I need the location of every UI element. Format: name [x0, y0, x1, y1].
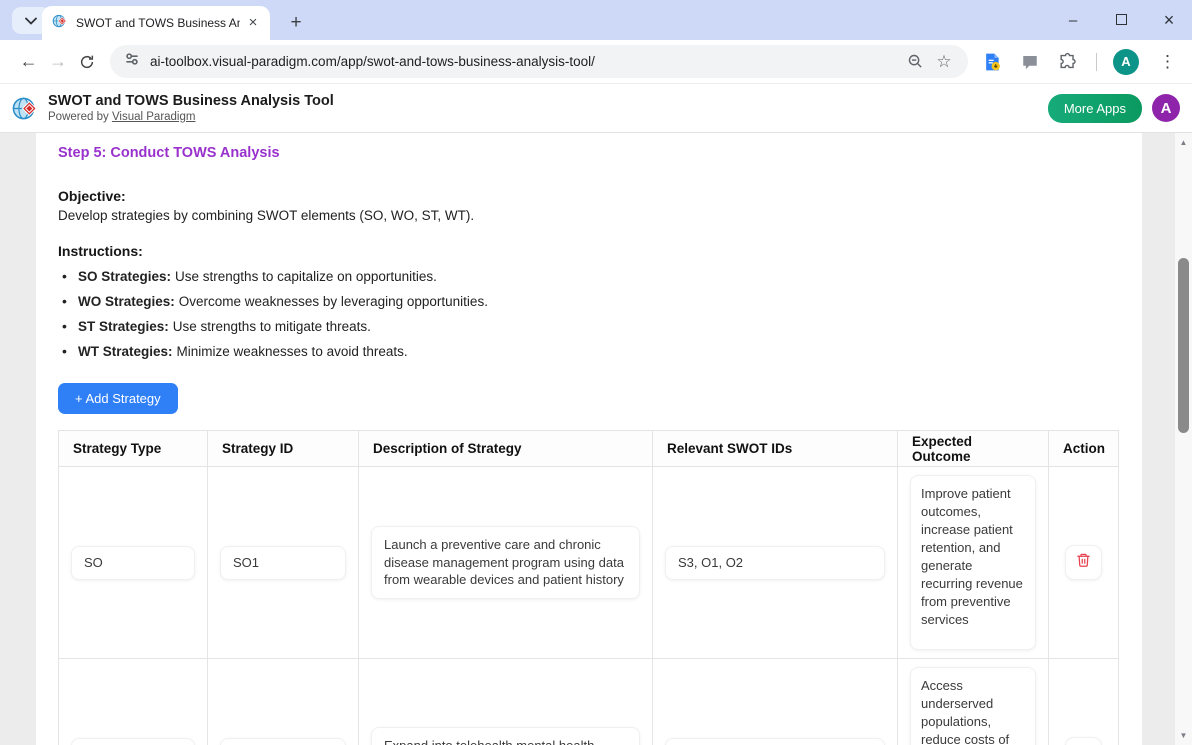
scrollbar-thumb[interactable] — [1178, 258, 1189, 433]
bookmark-star-icon[interactable]: ☆ — [930, 48, 958, 76]
browser-menu-icon[interactable]: ⋮ — [1153, 52, 1182, 72]
browser-toolbar: ← → ai-toolbox.visual-paradigm.com/app/s… — [0, 40, 1192, 84]
instruction-item: WO Strategies:Overcome weaknesses by lev… — [58, 293, 1118, 310]
description-input[interactable]: Expand into telehealth mental health ser… — [371, 727, 640, 745]
expected-outcome-input[interactable]: Improve patient outcomes, increase patie… — [910, 475, 1036, 650]
strategy-table: Strategy Type Strategy ID Description of… — [58, 430, 1119, 745]
strategy-type-input[interactable]: SO — [71, 738, 195, 745]
app-user-avatar[interactable]: A — [1152, 94, 1180, 122]
more-apps-button[interactable]: More Apps — [1048, 94, 1142, 123]
app-header: SWOT and TOWS Business Analysis Tool Pow… — [0, 84, 1192, 133]
maximize-button[interactable] — [1112, 12, 1130, 29]
table-row: SO SO2 Expand into telehealth mental hea… — [59, 659, 1119, 745]
minimize-button[interactable]: – — [1064, 12, 1082, 29]
step-title: Step 5: Conduct TOWS Analysis — [58, 145, 1118, 161]
new-tab-button[interactable]: + — [283, 10, 309, 36]
visual-paradigm-logo — [12, 95, 39, 122]
forward-button: → — [43, 46, 72, 78]
col-swot-ids: Relevant SWOT IDs — [653, 431, 898, 467]
strategy-id-input[interactable]: SO2 — [220, 738, 346, 745]
table-row: SO SO1 Launch a preventive care and chro… — [59, 467, 1119, 659]
toolbar-divider — [1096, 53, 1097, 71]
visual-paradigm-link[interactable]: Visual Paradigm — [112, 111, 196, 123]
instructions-label: Instructions: — [58, 243, 1118, 259]
objective-label: Objective: — [58, 188, 1118, 204]
app-title: SWOT and TOWS Business Analysis Tool — [48, 93, 1048, 109]
maximize-icon — [1116, 14, 1127, 25]
swot-ids-input[interactable]: S3, O4 — [665, 738, 885, 745]
strategy-type-input[interactable]: SO — [71, 546, 195, 580]
col-strategy-id: Strategy ID — [208, 431, 359, 467]
trash-icon — [1076, 552, 1091, 573]
strategy-id-input[interactable]: SO1 — [220, 546, 346, 580]
scroll-down-icon[interactable]: ▼ — [1175, 728, 1192, 743]
extensions-puzzle-icon[interactable] — [1056, 50, 1080, 74]
address-bar[interactable]: ai-toolbox.visual-paradigm.com/app/swot-… — [110, 45, 968, 78]
url-text[interactable]: ai-toolbox.visual-paradigm.com/app/swot-… — [150, 54, 902, 69]
window-controls: – × — [1064, 0, 1178, 40]
site-settings-icon[interactable] — [124, 51, 140, 72]
page-body: Step 5: Conduct TOWS Analysis Objective:… — [0, 133, 1192, 745]
scroll-up-icon[interactable]: ▲ — [1175, 135, 1192, 150]
reload-button[interactable] — [73, 46, 102, 78]
instruction-item: WT Strategies:Minimize weaknesses to avo… — [58, 343, 1118, 360]
delete-row-button[interactable] — [1065, 737, 1102, 745]
chevron-down-icon — [25, 12, 37, 30]
tab-title: SWOT and TOWS Business Anal — [76, 16, 240, 30]
swot-ids-input[interactable]: S3, O1, O2 — [665, 546, 885, 580]
chat-bubble-extension-icon[interactable] — [1018, 50, 1042, 74]
browser-tab[interactable]: SWOT and TOWS Business Anal × — [42, 6, 270, 40]
delete-row-button[interactable] — [1065, 545, 1102, 580]
col-action: Action — [1049, 431, 1119, 467]
objective-text: Develop strategies by combining SWOT ele… — [58, 208, 1118, 223]
add-strategy-button[interactable]: + Add Strategy — [58, 383, 178, 414]
zoom-out-icon[interactable] — [902, 48, 930, 76]
powered-by: Powered by Visual Paradigm — [48, 111, 1048, 123]
tab-close-icon[interactable]: × — [244, 14, 262, 32]
page-scrollbar[interactable]: ▲ ▼ — [1175, 133, 1192, 745]
instruction-item: ST Strategies:Use strengths to mitigate … — [58, 318, 1118, 335]
browser-profile-avatar[interactable]: A — [1113, 49, 1139, 75]
extensions-area: A ⋮ — [980, 49, 1182, 75]
visual-paradigm-favicon — [52, 13, 68, 34]
description-input[interactable]: Launch a preventive care and chronic dis… — [371, 526, 640, 599]
table-header-row: Strategy Type Strategy ID Description of… — [59, 431, 1119, 467]
content-card: Step 5: Conduct TOWS Analysis Objective:… — [36, 133, 1142, 745]
col-expected-outcome: Expected Outcome — [898, 431, 1049, 467]
back-button[interactable]: ← — [14, 46, 43, 78]
close-window-button[interactable]: × — [1160, 10, 1178, 31]
expected-outcome-input[interactable]: Access underserved populations, reduce c… — [910, 667, 1036, 745]
app-titles: SWOT and TOWS Business Analysis Tool Pow… — [48, 93, 1048, 123]
instruction-item: SO Strategies:Use strengths to capitaliz… — [58, 268, 1118, 285]
document-download-extension-icon[interactable] — [980, 50, 1004, 74]
col-strategy-type: Strategy Type — [59, 431, 208, 467]
browser-titlebar: SWOT and TOWS Business Anal × + – × — [0, 0, 1192, 40]
col-description: Description of Strategy — [359, 431, 653, 467]
instructions-list: SO Strategies:Use strengths to capitaliz… — [58, 268, 1118, 360]
